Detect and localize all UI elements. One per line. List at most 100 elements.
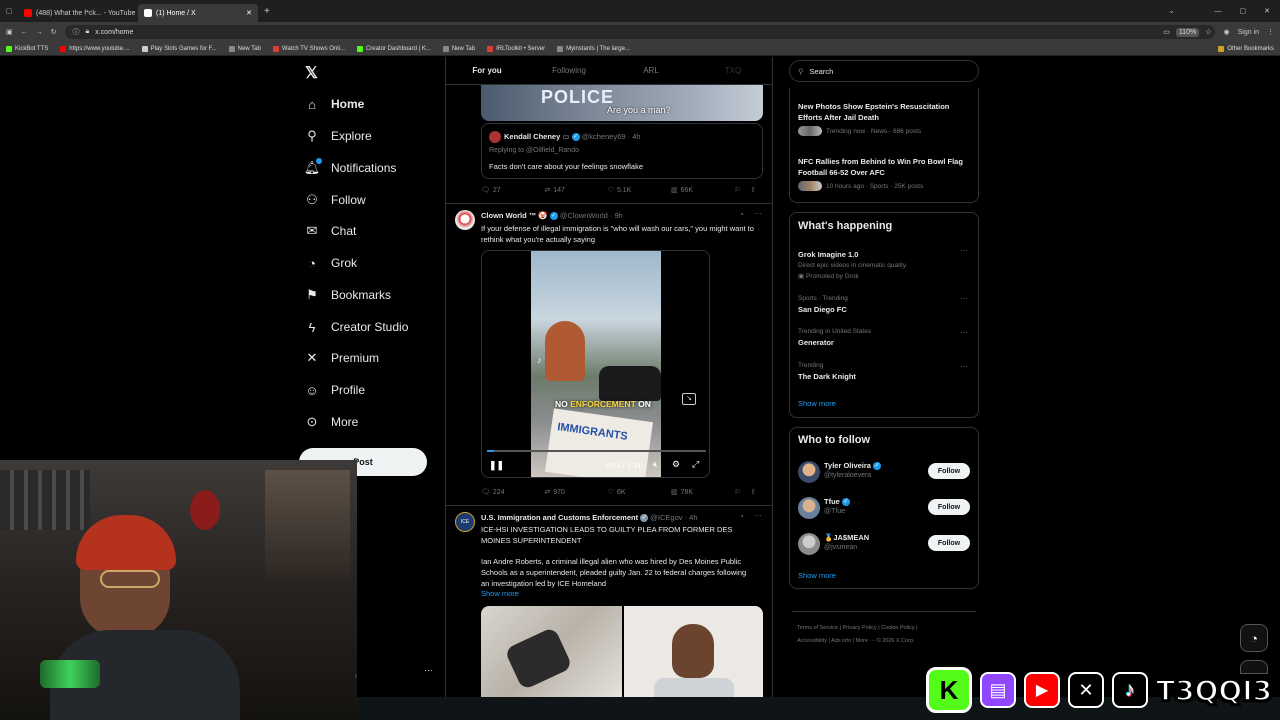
tab-list-icon[interactable]: ⌄: [1169, 7, 1175, 15]
pause-icon[interactable]: ❚❚: [489, 460, 504, 471]
pip-icon[interactable]: ↘: [682, 393, 696, 405]
trend-item[interactable]: Sports · Trending San Diego FC: [798, 295, 958, 314]
bookmark-item[interactable]: New Tab: [442, 45, 475, 52]
footer-link[interactable]: Privacy Policy: [842, 625, 876, 631]
other-bookmarks[interactable]: Other Bookmarks: [1218, 45, 1274, 52]
news-item[interactable]: New Photos Show Epstein's Resuscitation …: [798, 101, 968, 136]
window-menu-icon[interactable]: ▢: [0, 7, 18, 15]
trend-more-icon[interactable]: ···: [960, 246, 968, 255]
footer-link[interactable]: Terms of Service: [797, 625, 838, 631]
quoted-media[interactable]: POLICE Are you a man?: [481, 85, 763, 121]
tab-txq[interactable]: TXQ: [692, 57, 772, 84]
x-logo-icon[interactable]: 𝕏: [305, 63, 318, 83]
post-author-name[interactable]: Clown World ™ 🤡: [481, 211, 548, 220]
nav-bookmarks[interactable]: ⚑ Bookmarks: [304, 287, 391, 303]
browser-tab-youtube[interactable]: (488) What the f*ck... - YouTube ✕: [18, 4, 138, 22]
views-button[interactable]: ▥ 78K: [671, 488, 734, 497]
grok-floating-button[interactable]: ◔: [1240, 624, 1268, 652]
footer-link[interactable]: Ads info: [831, 638, 851, 644]
search-input[interactable]: ⚲ Search: [789, 60, 979, 82]
avatar[interactable]: [798, 533, 820, 555]
fullscreen-icon[interactable]: ⤢: [692, 459, 699, 470]
tab-for-you[interactable]: For you: [446, 57, 528, 84]
trend-more-icon[interactable]: ···: [960, 328, 968, 337]
close-tab-icon[interactable]: ✕: [246, 9, 252, 17]
tab-arl[interactable]: ARL: [610, 57, 692, 84]
post-image-left[interactable]: [481, 606, 622, 697]
mute-icon[interactable]: 🔇︎: [653, 460, 658, 470]
nav-chat[interactable]: ✉ Chat: [304, 223, 357, 239]
follow-button[interactable]: Follow: [928, 535, 970, 551]
back-button[interactable]: ←: [21, 29, 28, 36]
bookmark-icon[interactable]: ⚐: [734, 488, 750, 496]
follow-button[interactable]: Follow: [928, 499, 970, 515]
repost-button[interactable]: ⇄ 970: [544, 488, 607, 497]
address-bar[interactable]: ⓘ 🔒︎ x.com/home ▭ 110% ☆: [64, 25, 1216, 39]
menu-icon[interactable]: ⋮: [1267, 28, 1274, 36]
video-progress-track[interactable]: [487, 450, 706, 452]
post-avatar[interactable]: [455, 210, 475, 230]
post-author-name[interactable]: U.S. Immigration and Customs Enforcement: [481, 513, 638, 522]
reload-button[interactable]: ↻: [51, 28, 57, 36]
grok-post-icon[interactable]: ◔: [739, 210, 744, 219]
suggestion-name[interactable]: Tyler Oliveira: [824, 461, 871, 470]
reply-button[interactable]: 🗨︎ 27: [481, 186, 544, 195]
sidebar-toggle-icon[interactable]: ▣: [6, 28, 13, 36]
like-button[interactable]: ♡ 6K: [608, 488, 671, 497]
reply-author-name[interactable]: Kendall Cheney: [504, 132, 560, 141]
bookmark-item[interactable]: KickBot TTS: [6, 45, 48, 52]
maximize-button[interactable]: ▢: [1240, 7, 1247, 15]
avatar[interactable]: [798, 497, 820, 519]
bookmark-item[interactable]: New Tab: [228, 45, 261, 52]
nav-profile[interactable]: ☺ Profile: [304, 382, 365, 398]
settings-icon[interactable]: ⚙: [672, 459, 680, 470]
share-icon[interactable]: ⇪: [750, 488, 766, 496]
post-avatar[interactable]: ICE: [455, 512, 475, 532]
zoom-level[interactable]: 110%: [1175, 27, 1200, 37]
browser-tab-x[interactable]: (1) Home / X ✕: [138, 4, 258, 22]
footer-link[interactable]: Cookie Policy: [881, 625, 914, 631]
grok-post-icon[interactable]: ◔: [739, 512, 744, 521]
nav-premium[interactable]: ✕ Premium: [304, 350, 379, 366]
post-image-right[interactable]: [624, 606, 763, 697]
trend-item[interactable]: Trending The Dark Knight: [798, 362, 958, 381]
account-more-icon[interactable]: ···: [424, 665, 433, 675]
show-more-link[interactable]: Show more: [798, 399, 836, 408]
bookmark-icon[interactable]: ⚐: [734, 186, 750, 194]
reply-button[interactable]: 🗨︎ 224: [481, 488, 544, 497]
avatar[interactable]: [798, 461, 820, 483]
nav-follow[interactable]: ⚇ Follow: [304, 192, 366, 208]
nav-explore[interactable]: ⚲ Explore: [304, 128, 371, 144]
trend-more-icon[interactable]: ···: [960, 294, 968, 303]
close-window-button[interactable]: ✕: [1264, 7, 1270, 15]
nav-grok[interactable]: ◔ Grok: [304, 255, 357, 271]
share-icon[interactable]: ⇪: [750, 186, 766, 194]
nav-home[interactable]: ⌂ Home: [304, 96, 364, 112]
cast-icon[interactable]: ▭: [1163, 28, 1170, 36]
bookmark-item[interactable]: Creator Dashboard | K...: [356, 45, 431, 52]
profile-icon[interactable]: ◉: [1223, 28, 1229, 36]
follow-button[interactable]: Follow: [928, 463, 970, 479]
quoted-reply[interactable]: Kendall Cheney ▭ ✓ @kcheney69 · 4h Reply…: [481, 123, 763, 179]
trend-more-icon[interactable]: ···: [960, 362, 968, 371]
forward-button[interactable]: →: [36, 29, 43, 36]
like-button[interactable]: ♡ 5.1K: [608, 186, 671, 195]
trend-item[interactable]: Trending in United States Generator: [798, 328, 958, 347]
tab-following[interactable]: Following: [528, 57, 610, 84]
show-more-link[interactable]: Show more: [798, 571, 836, 580]
new-tab-button[interactable]: +: [264, 6, 270, 17]
nav-more[interactable]: ⊙ More: [304, 414, 359, 430]
bookmark-item[interactable]: Watch TV Shows Onli...: [272, 45, 345, 52]
bookmark-item[interactable]: IRLToolkit • Server: [487, 45, 545, 52]
views-button[interactable]: ▥ 66K: [671, 186, 734, 195]
news-item[interactable]: NFC Rallies from Behind to Win Pro Bowl …: [798, 156, 968, 191]
repost-button[interactable]: ⇄ 147: [544, 186, 607, 195]
footer-link[interactable]: Accessibility: [797, 638, 827, 644]
suggestion-name[interactable]: Tfue: [824, 497, 840, 506]
sign-in-button[interactable]: Sign in: [1238, 29, 1259, 36]
show-more-link[interactable]: Show more: [481, 589, 519, 598]
footer-link[interactable]: More ···: [856, 638, 876, 644]
trend-item[interactable]: Grok Imagine 1.0 Direct epic videos in c…: [798, 247, 958, 280]
post-more-icon[interactable]: ···: [754, 209, 762, 218]
nav-notifications[interactable]: 🔔︎ Notifications: [304, 158, 396, 176]
